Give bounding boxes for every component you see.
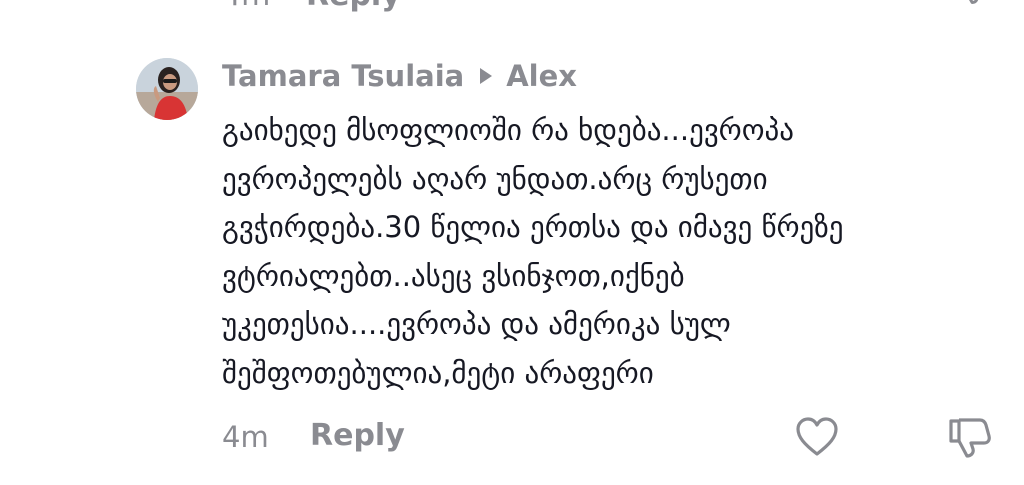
reply-arrow-icon xyxy=(480,68,493,84)
comment-line: ევროპელებს აღარ უნდათ.არც რუსეთი xyxy=(222,161,768,196)
comment-line: ვტრიალებთ..ასეც ვსინჯოთ,იქნებ xyxy=(222,258,685,293)
previous-comment-actions: 4m Reply xyxy=(222,0,1002,13)
previous-comment-timestamp: 4m xyxy=(222,0,270,13)
heart-icon[interactable] xyxy=(794,416,840,458)
comment-text: გაიხედე მსოფლიოში რა ხდება...ევროპა ევრო… xyxy=(222,106,982,397)
thumbs-down-icon[interactable] xyxy=(946,414,994,462)
previous-comment-reply-button[interactable]: Reply xyxy=(306,0,401,13)
comment-timestamp: 4m xyxy=(222,420,269,454)
comment-line: შეშფოთებულია,მეტი არაფერი xyxy=(222,355,654,390)
comment-line: გაიხედე მსოფლიოში რა ხდება...ევროპა xyxy=(222,113,795,147)
comment-line: უკეთესია....ევროპა და ამერიკა სულ xyxy=(222,307,731,341)
comment-header: Tamara Tsulaia Alex xyxy=(222,58,577,94)
avatar[interactable] xyxy=(136,58,198,120)
reply-button[interactable]: Reply xyxy=(310,418,405,453)
author-name[interactable]: Tamara Tsulaia xyxy=(222,59,464,93)
reply-to-name[interactable]: Alex xyxy=(506,59,577,93)
comment-line: გვჭირდება.30 წელია ერთსა და იმავე წრეზე xyxy=(222,210,844,244)
thumbs-down-icon[interactable] xyxy=(952,0,996,8)
comment-actions: 4m Reply xyxy=(222,416,1002,460)
